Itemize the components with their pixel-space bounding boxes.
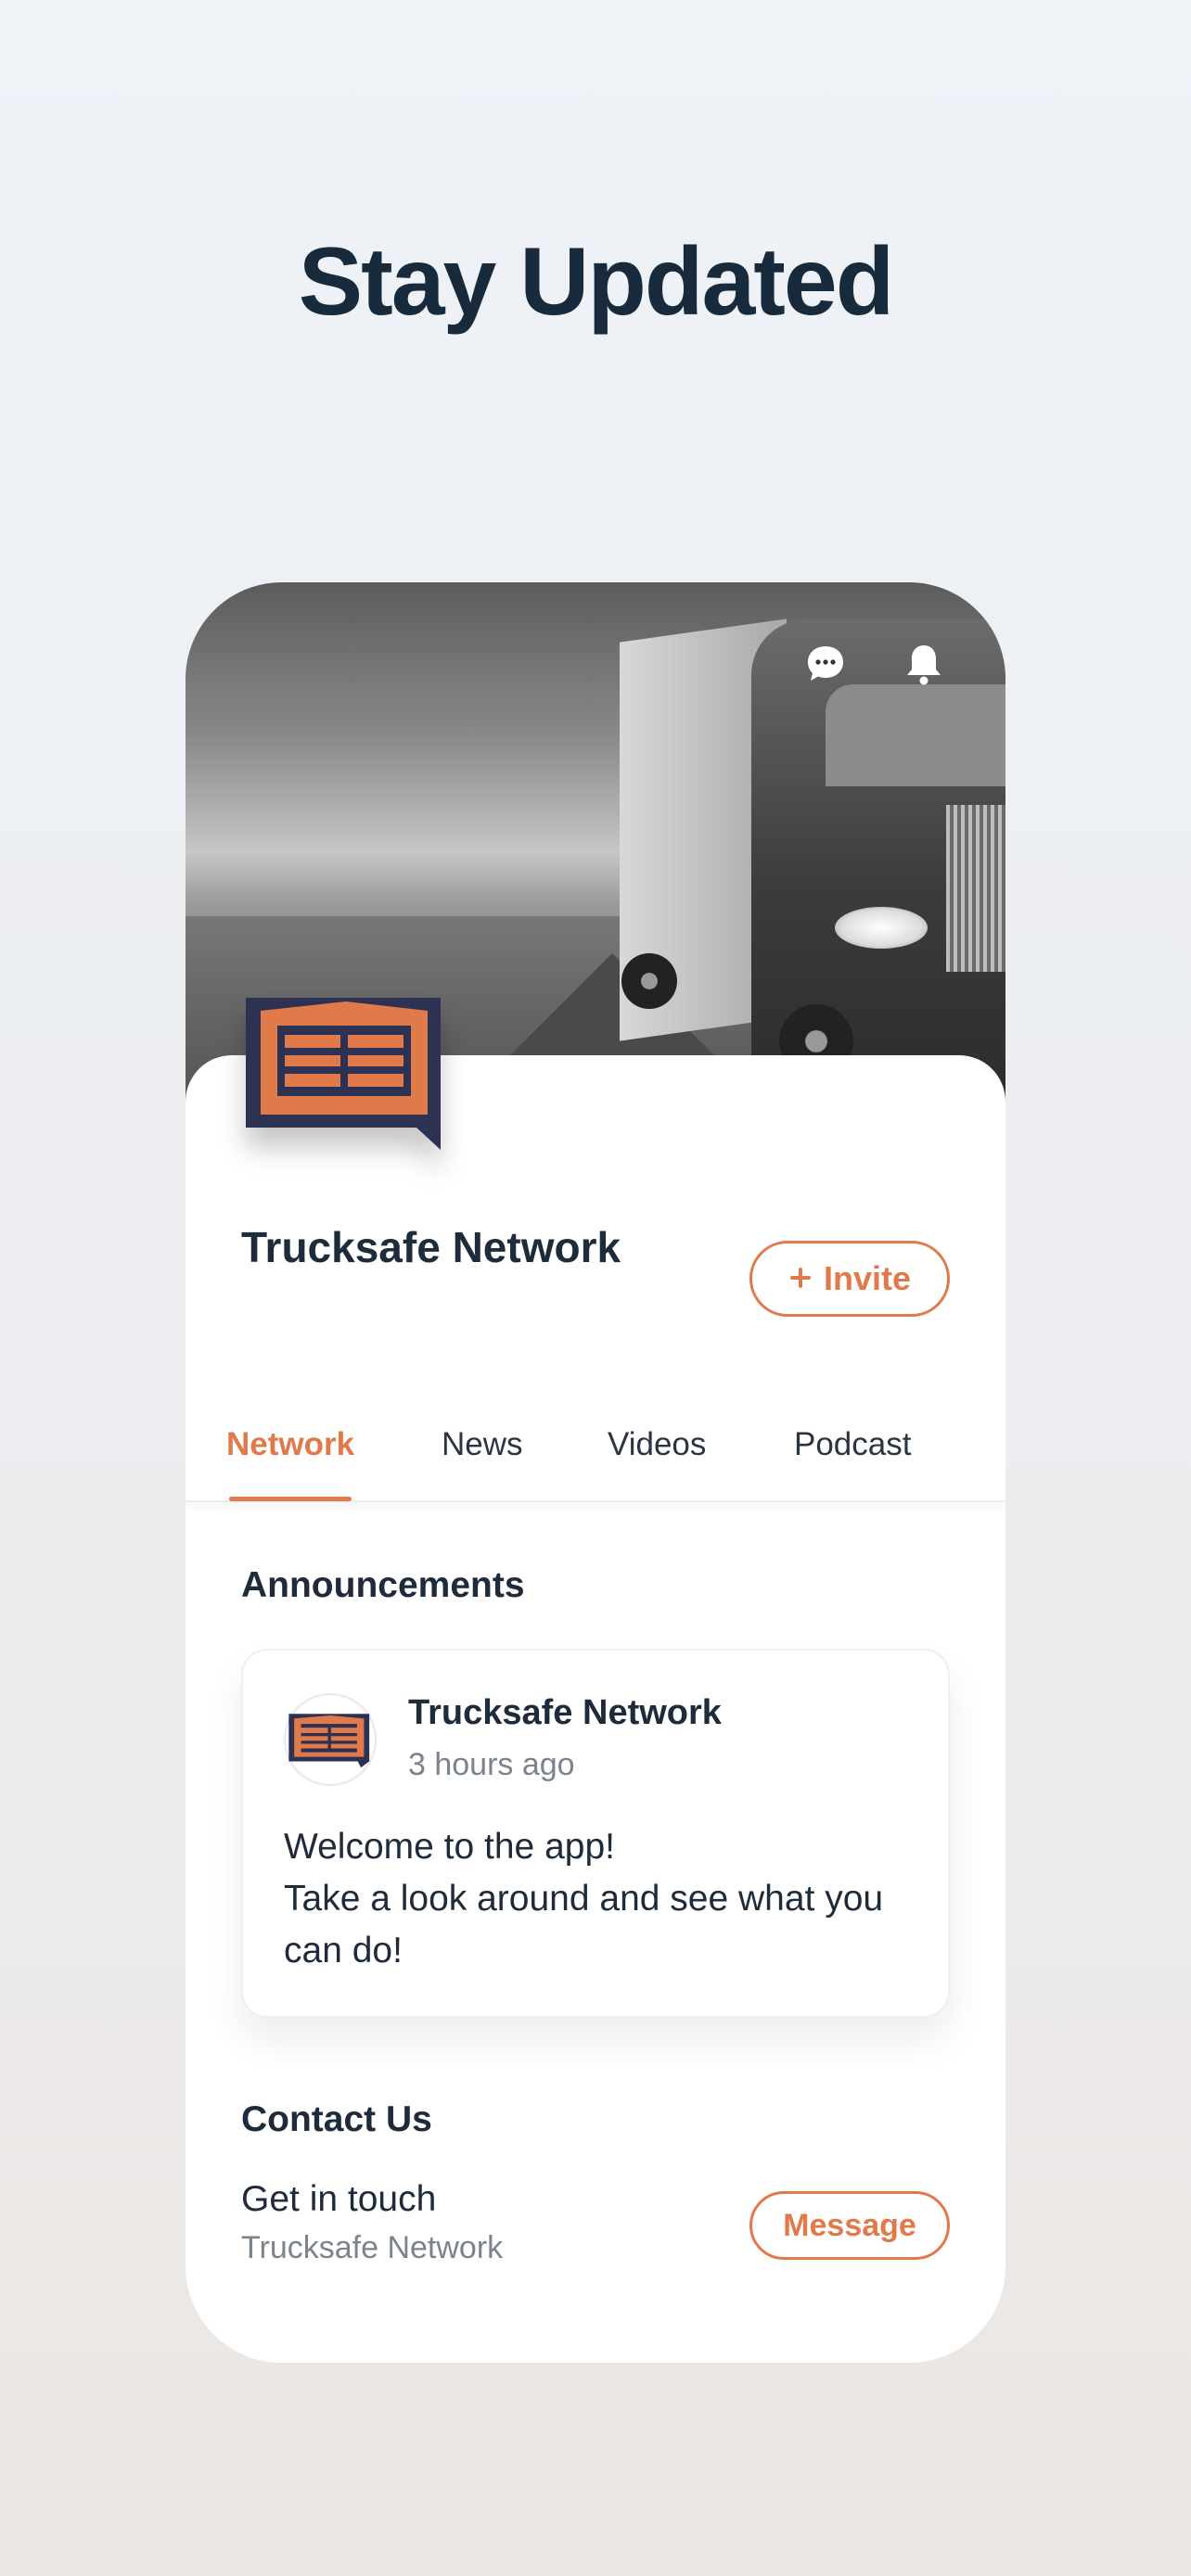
post-body-line: Welcome to the app! xyxy=(284,1827,615,1867)
network-title: Trucksafe Network xyxy=(241,1223,621,1271)
post-body-line: Take a look around and see what you can … xyxy=(284,1879,884,1970)
chat-bubble-icon[interactable] xyxy=(800,638,852,690)
plus-icon xyxy=(788,1259,813,1298)
invite-label: Invite xyxy=(823,1259,912,1297)
page-headline: Stay Updated xyxy=(298,228,895,336)
tab-bar: Network News Videos Podcast xyxy=(186,1398,1005,1502)
trucksafe-logo xyxy=(244,990,448,1157)
invite-button[interactable]: Invite xyxy=(749,1241,950,1317)
phone-mockup: Trucksafe Network Invite Network News Vi… xyxy=(186,582,1005,2363)
tab-network[interactable]: Network xyxy=(226,1426,354,1463)
bell-icon[interactable] xyxy=(898,638,950,690)
contact-subtitle: Trucksafe Network xyxy=(241,2230,504,2265)
tab-podcast[interactable]: Podcast xyxy=(794,1426,911,1463)
message-button[interactable]: Message xyxy=(749,2191,950,2260)
contact-title: Contact Us xyxy=(241,2099,432,2139)
tab-videos[interactable]: Videos xyxy=(608,1426,706,1463)
post-timestamp: 3 hours ago xyxy=(408,1747,575,1782)
tab-news[interactable]: News xyxy=(442,1426,523,1463)
announcement-card[interactable]: Trucksafe Network 3 hours ago Welcome to… xyxy=(241,1649,950,2018)
contact-line: Get in touch xyxy=(241,2179,437,2219)
post-body: Welcome to the app! Take a look around a… xyxy=(284,1821,933,1977)
post-author: Trucksafe Network xyxy=(408,1693,722,1732)
avatar xyxy=(284,1693,377,1786)
active-tab-indicator xyxy=(229,1497,352,1501)
announcements-title: Announcements xyxy=(241,1565,525,1605)
